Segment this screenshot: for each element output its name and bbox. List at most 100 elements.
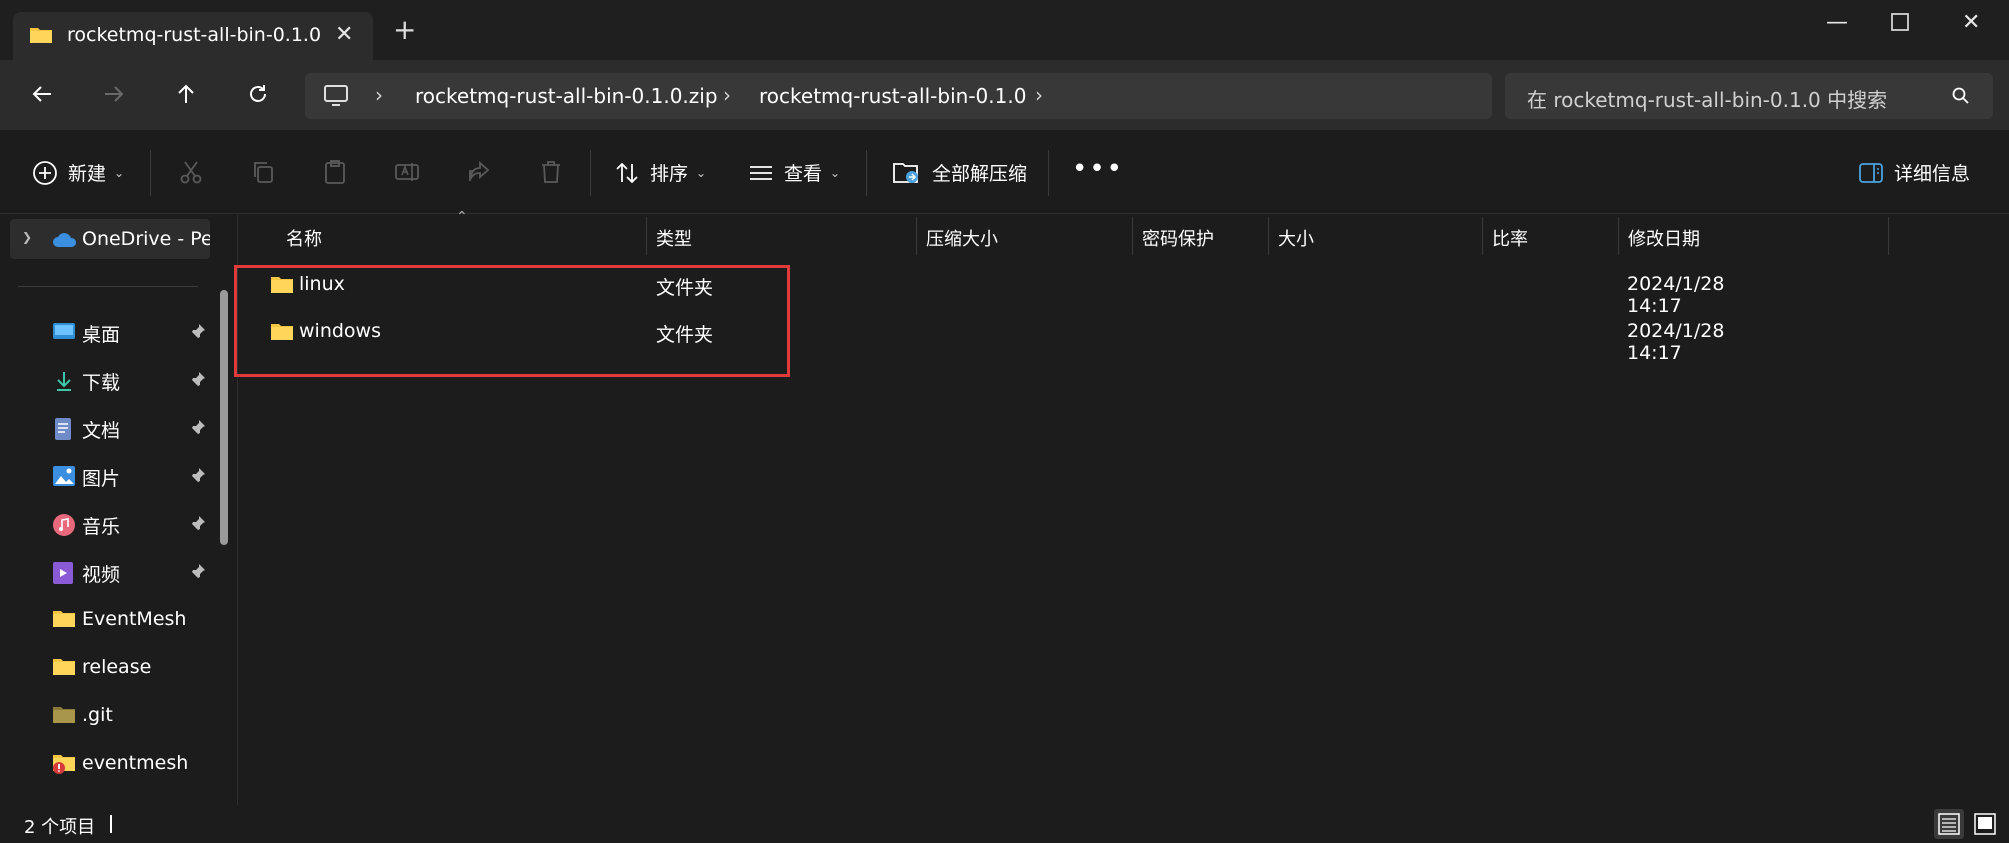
sidebar-item-label: eventmesh bbox=[82, 752, 189, 774]
sidebar-item-release[interactable]: release bbox=[0, 648, 220, 688]
breadcrumb-zip[interactable]: rocketmq-rust-all-bin-0.1.0.zip bbox=[415, 84, 718, 108]
folder-warning-icon bbox=[52, 753, 76, 779]
chevron-right-icon[interactable]: › bbox=[723, 83, 731, 107]
pin-icon[interactable] bbox=[190, 371, 206, 391]
sidebar-item-music[interactable]: 音乐 bbox=[0, 504, 220, 544]
computer-icon bbox=[323, 84, 349, 112]
sidebar-item-label: 文档 bbox=[82, 420, 121, 442]
search-box[interactable]: 在 rocketmq-rust-all-bin-0.1.0 中搜索 bbox=[1505, 73, 1993, 119]
download-icon bbox=[52, 369, 76, 397]
sidebar-item-label: 视频 bbox=[82, 564, 121, 586]
more-options-icon[interactable]: ••• bbox=[1072, 154, 1124, 184]
pictures-icon bbox=[52, 465, 76, 491]
extract-all-button[interactable]: 全部解压缩 bbox=[892, 159, 1027, 186]
column-modified-date[interactable]: 修改日期 bbox=[1628, 225, 1700, 251]
column-type[interactable]: 类型 bbox=[656, 225, 692, 251]
column-name[interactable]: 名称 bbox=[286, 225, 322, 251]
pin-icon[interactable] bbox=[190, 323, 206, 343]
chevron-down-icon: ⌄ bbox=[696, 165, 707, 180]
item-count: 2 个项目 bbox=[24, 817, 96, 838]
share-icon[interactable] bbox=[466, 159, 492, 189]
column-divider[interactable] bbox=[646, 217, 647, 255]
maximize-button[interactable] bbox=[1891, 12, 1909, 37]
close-window-button[interactable]: ✕ bbox=[1962, 10, 1980, 35]
tiles-view-button[interactable] bbox=[1970, 809, 2000, 839]
delete-icon[interactable] bbox=[538, 159, 564, 189]
chevron-right-icon[interactable]: › bbox=[375, 83, 383, 107]
chevron-right-icon[interactable]: › bbox=[1035, 83, 1043, 107]
column-divider[interactable] bbox=[1618, 217, 1619, 255]
column-divider[interactable] bbox=[1888, 217, 1889, 255]
sort-icon bbox=[616, 162, 638, 183]
address-bar[interactable]: › rocketmq-rust-all-bin-0.1.0.zip › rock… bbox=[305, 73, 1492, 119]
file-date: 2024/1/28 14:17 bbox=[1627, 320, 1725, 364]
refresh-button[interactable] bbox=[246, 82, 270, 110]
video-icon bbox=[52, 561, 74, 589]
column-divider[interactable] bbox=[1268, 217, 1269, 255]
pin-icon[interactable] bbox=[190, 515, 206, 535]
column-size[interactable]: 大小 bbox=[1278, 225, 1314, 251]
search-icon bbox=[1951, 86, 1971, 110]
sidebar-item-label: 下载 bbox=[82, 372, 121, 394]
breadcrumb-folder[interactable]: rocketmq-rust-all-bin-0.1.0 bbox=[759, 84, 1026, 108]
close-tab-icon[interactable]: ✕ bbox=[335, 22, 353, 47]
new-tab-button[interactable]: + bbox=[393, 16, 416, 44]
navigation-pane: ❯ OneDrive - Per 桌面 下载 文档 图片 音乐 视频 Event… bbox=[0, 215, 238, 805]
view-label: 查看 bbox=[784, 163, 823, 185]
extract-label: 全部解压缩 bbox=[932, 163, 1028, 185]
sidebar-item-pictures[interactable]: 图片 bbox=[0, 456, 220, 496]
forward-button[interactable] bbox=[102, 82, 126, 110]
pin-icon[interactable] bbox=[190, 563, 206, 583]
up-button[interactable] bbox=[174, 82, 198, 110]
divider bbox=[1048, 150, 1049, 196]
plus-circle-icon bbox=[33, 160, 57, 185]
column-divider[interactable] bbox=[916, 217, 917, 255]
address-row: › rocketmq-rust-all-bin-0.1.0.zip › rock… bbox=[0, 60, 2009, 130]
sidebar-item-label: 音乐 bbox=[82, 516, 121, 538]
tab-current[interactable]: rocketmq-rust-all-bin-0.1.0 ✕ bbox=[13, 12, 373, 60]
view-button[interactable]: 查看 ⌄ bbox=[748, 159, 840, 186]
sidebar-item-eventmesh[interactable]: eventmesh bbox=[0, 744, 220, 784]
title-bar: rocketmq-rust-all-bin-0.1.0 ✕ + — ✕ bbox=[0, 0, 2009, 60]
new-button[interactable]: 新建 ⌄ bbox=[32, 159, 124, 186]
status-divider bbox=[110, 815, 112, 833]
sort-button[interactable]: 排序 ⌄ bbox=[614, 159, 706, 186]
details-view-button[interactable] bbox=[1934, 809, 1964, 839]
column-divider[interactable] bbox=[1132, 217, 1133, 255]
sidebar-item-videos[interactable]: 视频 bbox=[0, 552, 220, 592]
chevron-down-icon: ⌄ bbox=[114, 165, 125, 180]
document-icon bbox=[52, 417, 74, 445]
pin-icon[interactable] bbox=[190, 467, 206, 487]
sidebar-item-label: OneDrive - Per bbox=[82, 228, 210, 250]
sidebar-item-documents[interactable]: 文档 bbox=[0, 408, 220, 448]
details-button[interactable]: 详细信息 bbox=[1858, 159, 1970, 186]
pin-icon[interactable] bbox=[190, 419, 206, 439]
sidebar-item-desktop[interactable]: 桌面 bbox=[0, 312, 220, 352]
column-ratio[interactable]: 比率 bbox=[1492, 225, 1528, 251]
sort-label: 排序 bbox=[650, 163, 689, 185]
rename-icon[interactable] bbox=[394, 159, 420, 189]
new-label: 新建 bbox=[68, 163, 107, 185]
sidebar-item-label: 图片 bbox=[82, 468, 121, 490]
sidebar-item-eventmesh-upper[interactable]: EventMesh bbox=[0, 600, 220, 640]
cut-icon[interactable] bbox=[178, 159, 204, 189]
desktop-icon bbox=[52, 321, 76, 347]
paste-icon[interactable] bbox=[322, 159, 348, 189]
sidebar-item-git[interactable]: .git bbox=[0, 696, 220, 736]
chevron-right-icon[interactable]: ❯ bbox=[22, 230, 32, 244]
sidebar-item-onedrive[interactable]: ❯ OneDrive - Per bbox=[10, 219, 210, 259]
column-password-protected[interactable]: 密码保护 bbox=[1142, 225, 1214, 251]
folder-icon bbox=[29, 25, 53, 49]
sort-ascending-icon: ⌃ bbox=[456, 209, 468, 225]
column-compressed-size[interactable]: 压缩大小 bbox=[926, 225, 998, 251]
sidebar-scrollbar[interactable] bbox=[220, 290, 228, 545]
sidebar-item-label: release bbox=[82, 656, 152, 678]
copy-icon[interactable] bbox=[250, 159, 276, 189]
minimize-button[interactable]: — bbox=[1826, 10, 1848, 35]
column-divider[interactable] bbox=[1482, 217, 1483, 255]
status-bar: 2 个项目 bbox=[0, 805, 2009, 843]
command-bar: 新建 ⌄ 排序 ⌄ 查看 ⌄ 全部解压缩 ••• 详细信息 bbox=[0, 130, 2009, 214]
divider bbox=[150, 150, 151, 196]
sidebar-item-downloads[interactable]: 下载 bbox=[0, 360, 220, 400]
back-button[interactable] bbox=[30, 82, 54, 110]
